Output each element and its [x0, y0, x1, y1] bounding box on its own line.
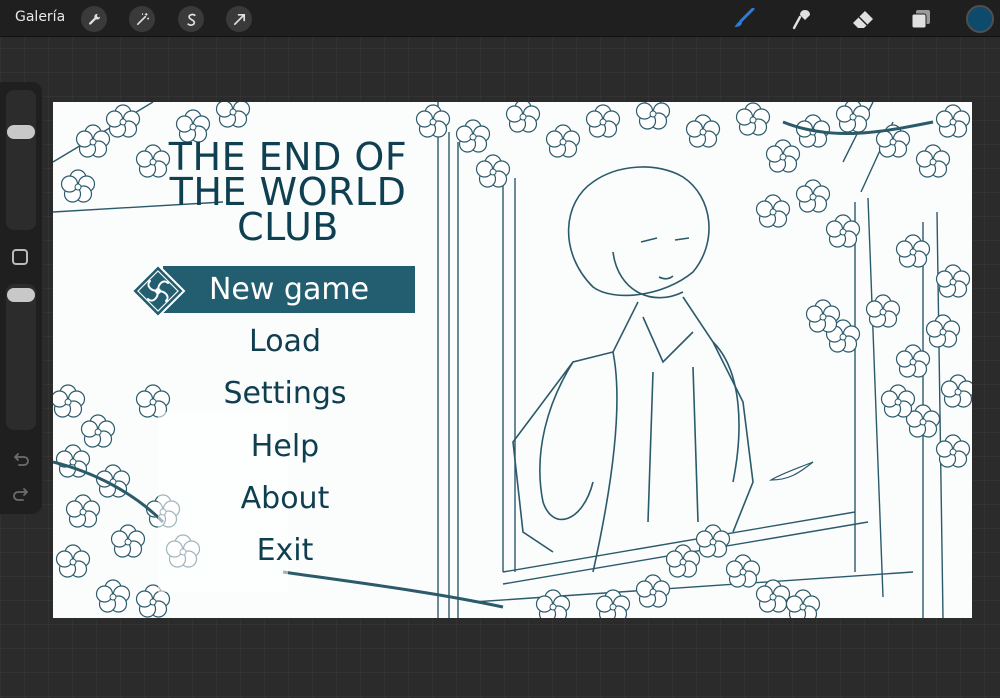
- menu-new-game[interactable]: New game: [163, 266, 415, 313]
- wrench-icon[interactable]: [81, 6, 107, 32]
- smudge-icon[interactable]: [790, 7, 816, 31]
- arrow-cursor-icon[interactable]: [226, 6, 252, 32]
- game-title: THE END OF THE WORLD CLUB: [168, 135, 408, 249]
- menu-exit[interactable]: Exit: [163, 531, 407, 571]
- drawing-canvas[interactable]: THE END OF THE WORLD CLUB New game Load …: [53, 102, 972, 618]
- modify-button[interactable]: [12, 249, 28, 265]
- gallery-button[interactable]: Galería: [15, 9, 65, 25]
- opacity-thumb[interactable]: [7, 288, 35, 302]
- layers-icon[interactable]: [908, 7, 934, 31]
- menu-about[interactable]: About: [163, 479, 407, 519]
- color-picker-button[interactable]: [966, 5, 994, 33]
- undo-icon[interactable]: [11, 452, 31, 468]
- opacity-slider[interactable]: [6, 284, 36, 430]
- left-sidebar: [0, 82, 42, 514]
- top-toolbar: Galería: [0, 0, 1000, 37]
- selection-emblem-icon: [130, 263, 186, 319]
- brush-size-slider[interactable]: [6, 90, 36, 230]
- menu-load[interactable]: Load: [163, 322, 407, 362]
- menu-help[interactable]: Help: [163, 427, 407, 467]
- redo-icon[interactable]: [11, 487, 31, 503]
- adjustments-s-icon[interactable]: [178, 6, 204, 32]
- brush-icon[interactable]: [731, 7, 757, 31]
- magic-wand-icon[interactable]: [129, 6, 155, 32]
- brush-size-thumb[interactable]: [7, 124, 35, 139]
- eraser-icon[interactable]: [850, 7, 876, 31]
- menu-settings[interactable]: Settings: [163, 374, 407, 414]
